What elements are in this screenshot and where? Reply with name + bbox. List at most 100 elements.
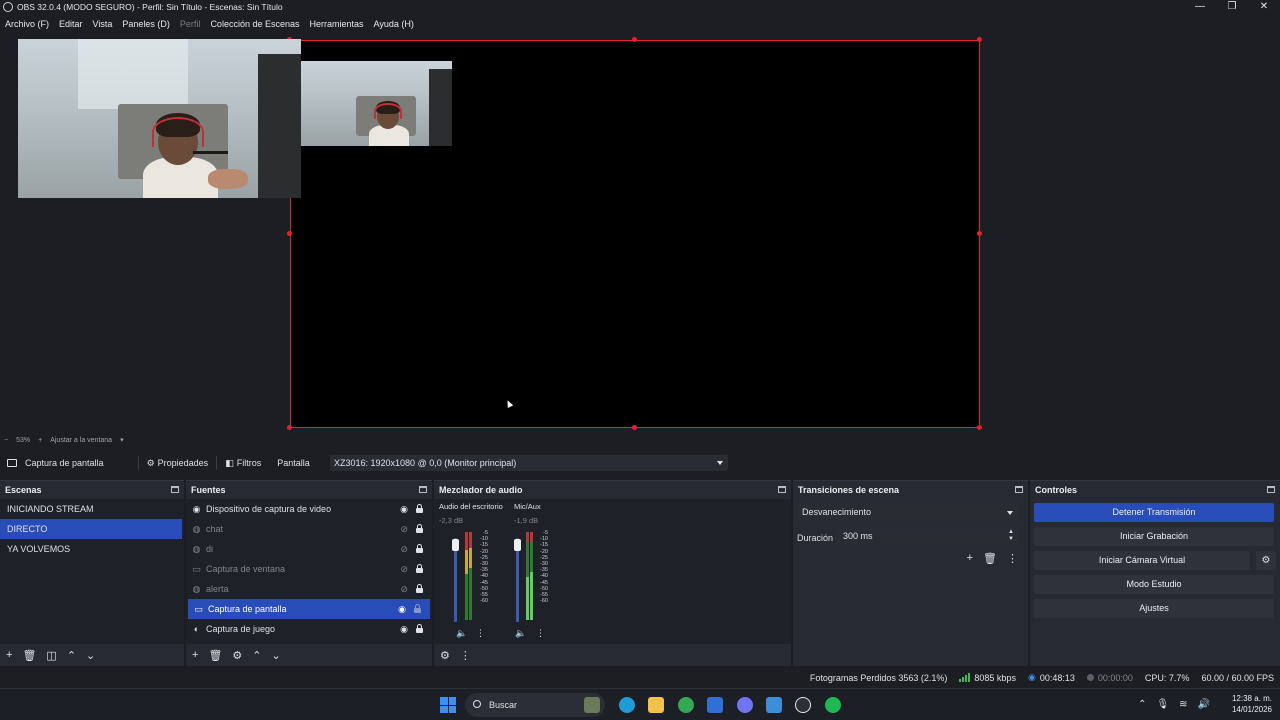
- edge-icon[interactable]: [619, 697, 635, 713]
- more-options-icon[interactable]: ⋮: [460, 649, 471, 662]
- advanced-audio-icon[interactable]: ⚙: [440, 649, 450, 662]
- transition-select[interactable]: Desvanecimiento: [797, 504, 1019, 521]
- menu-vista[interactable]: Vista: [93, 19, 113, 29]
- file-explorer-icon[interactable]: [648, 697, 664, 713]
- webcam-feed-small[interactable]: [301, 61, 452, 146]
- undock-icon[interactable]: [171, 486, 179, 493]
- menu-herramientas[interactable]: Herramientas: [310, 19, 364, 29]
- stop-stream-button[interactable]: Detener Transmisión: [1034, 503, 1274, 522]
- move-down-icon[interactable]: ⌄: [86, 649, 95, 662]
- menu-paneles[interactable]: Paneles (D): [122, 19, 170, 29]
- chrome-icon[interactable]: [678, 697, 694, 713]
- minimize-button[interactable]: —: [1184, 0, 1216, 14]
- eye-icon[interactable]: ◉: [398, 604, 406, 615]
- eye-hidden-icon[interactable]: ⊘: [400, 584, 408, 595]
- lock-icon[interactable]: [414, 604, 421, 613]
- mail-icon[interactable]: [707, 697, 723, 713]
- chevron-down-icon[interactable]: ▾: [120, 436, 124, 444]
- webcam-feed-large[interactable]: [18, 39, 301, 198]
- eye-icon[interactable]: ◉: [400, 504, 408, 515]
- source-item-window-capture[interactable]: ▭ Captura de ventana ⊘: [186, 559, 432, 579]
- resize-handle[interactable]: [632, 37, 637, 42]
- resize-handle[interactable]: [977, 231, 982, 236]
- duration-input[interactable]: 300 ms ▲ ▼: [836, 528, 1019, 545]
- more-options-icon[interactable]: ⋮: [536, 628, 545, 639]
- lock-icon[interactable]: [416, 584, 423, 593]
- menu-editar[interactable]: Editar: [59, 19, 83, 29]
- trash-icon[interactable]: 🗑: [208, 649, 222, 662]
- add-transition-icon[interactable]: +: [967, 552, 973, 565]
- close-button[interactable]: ✕: [1248, 0, 1280, 14]
- resize-handle[interactable]: [632, 425, 637, 430]
- speaker-icon[interactable]: 🔈: [515, 628, 526, 639]
- menu-archivo[interactable]: Archivo (F): [5, 19, 49, 29]
- source-item-chat[interactable]: ◍ chat ⊘: [186, 519, 432, 539]
- source-item-di[interactable]: ◍ di ⊘: [186, 539, 432, 559]
- widget-icon[interactable]: [584, 697, 600, 713]
- settings-button[interactable]: Ajustes: [1034, 599, 1274, 618]
- eye-icon[interactable]: ◉: [400, 624, 408, 635]
- taskbar-clock[interactable]: 12:38 a. m. 14/01/2026: [1232, 693, 1272, 715]
- trash-icon[interactable]: 🗑: [983, 552, 997, 565]
- undock-icon[interactable]: [1267, 486, 1275, 493]
- spinner-icon[interactable]: ▲ ▼: [1008, 529, 1014, 543]
- scene-item[interactable]: YA VOLVEMOS: [0, 539, 184, 559]
- trash-icon[interactable]: 🗑: [22, 649, 36, 662]
- menu-coleccion-escenas[interactable]: Colección de Escenas: [210, 19, 299, 29]
- add-scene-icon[interactable]: +: [6, 649, 12, 661]
- eye-hidden-icon[interactable]: ⊘: [400, 544, 408, 555]
- discord-icon[interactable]: [737, 697, 753, 713]
- move-up-icon[interactable]: ⌃: [252, 649, 261, 662]
- resize-handle[interactable]: [977, 37, 982, 42]
- start-virtual-camera-button[interactable]: Iniciar Cámara Virtual: [1034, 551, 1250, 570]
- move-up-icon[interactable]: ⌃: [67, 649, 76, 662]
- chevron-up-icon[interactable]: ⌃: [1138, 699, 1146, 710]
- volume-slider-handle[interactable]: [452, 539, 459, 551]
- properties-button[interactable]: ⚙ Propiedades: [141, 458, 215, 469]
- zoom-in-button[interactable]: +: [38, 437, 42, 444]
- eye-hidden-icon[interactable]: ⊘: [400, 564, 408, 575]
- lock-icon[interactable]: [416, 504, 423, 513]
- start-recording-button[interactable]: Iniciar Grabación: [1034, 527, 1274, 546]
- scene-item[interactable]: INICIANDO STREAM: [0, 499, 184, 519]
- maximize-button[interactable]: ❐: [1216, 0, 1248, 14]
- undock-icon[interactable]: [419, 486, 427, 493]
- obs-taskbar-icon[interactable]: [795, 697, 811, 713]
- more-options-icon[interactable]: ⋮: [1007, 552, 1018, 565]
- display-select[interactable]: XZ3016: 1920x1080 @ 0,0 (Monitor princip…: [330, 455, 728, 471]
- zoom-out-button[interactable]: −: [4, 437, 8, 444]
- resize-handle[interactable]: [287, 231, 292, 236]
- source-item-alerta[interactable]: ◍ alerta ⊘: [186, 579, 432, 599]
- source-item-screen-capture[interactable]: ▭ Captura de pantalla ◉: [188, 599, 430, 619]
- scene-item-selected[interactable]: DIRECTO: [0, 519, 182, 539]
- microphone-icon[interactable]: 🎙: [1156, 699, 1169, 710]
- menu-perfil[interactable]: Perfil: [180, 19, 201, 29]
- eye-hidden-icon[interactable]: ⊘: [400, 524, 408, 535]
- more-options-icon[interactable]: ⋮: [476, 628, 485, 639]
- lock-icon[interactable]: [416, 564, 423, 573]
- scene-filters-icon[interactable]: ◫: [46, 649, 56, 662]
- lock-icon[interactable]: [416, 524, 423, 533]
- undock-icon[interactable]: [1015, 486, 1023, 493]
- preview-area[interactable]: [0, 34, 1280, 432]
- gear-icon[interactable]: ⚙: [1256, 551, 1276, 570]
- speaker-icon[interactable]: 🔈: [456, 628, 467, 639]
- resize-handle[interactable]: [287, 425, 292, 430]
- resize-handle[interactable]: [977, 425, 982, 430]
- filters-button[interactable]: ◧ Filtros: [219, 458, 267, 469]
- fit-window-button[interactable]: Ajustar a la ventana: [50, 437, 112, 444]
- add-source-icon[interactable]: +: [192, 649, 198, 661]
- photos-icon[interactable]: [766, 697, 782, 713]
- menu-ayuda[interactable]: Ayuda (H): [374, 19, 414, 29]
- volume-icon[interactable]: 🔊: [1198, 699, 1210, 710]
- lock-icon[interactable]: [416, 624, 423, 633]
- gear-icon[interactable]: ⚙: [232, 649, 242, 662]
- studio-mode-button[interactable]: Modo Estudio: [1034, 575, 1274, 594]
- windows-start-icon[interactable]: [440, 697, 456, 713]
- source-item-game-capture[interactable]: ◐ Captura de juego ◉: [186, 619, 432, 639]
- move-down-icon[interactable]: ⌄: [272, 649, 281, 662]
- spotify-icon[interactable]: [825, 697, 841, 713]
- volume-slider-handle[interactable]: [514, 539, 521, 551]
- lock-icon[interactable]: [416, 544, 423, 553]
- wifi-icon[interactable]: ≋: [1179, 699, 1187, 710]
